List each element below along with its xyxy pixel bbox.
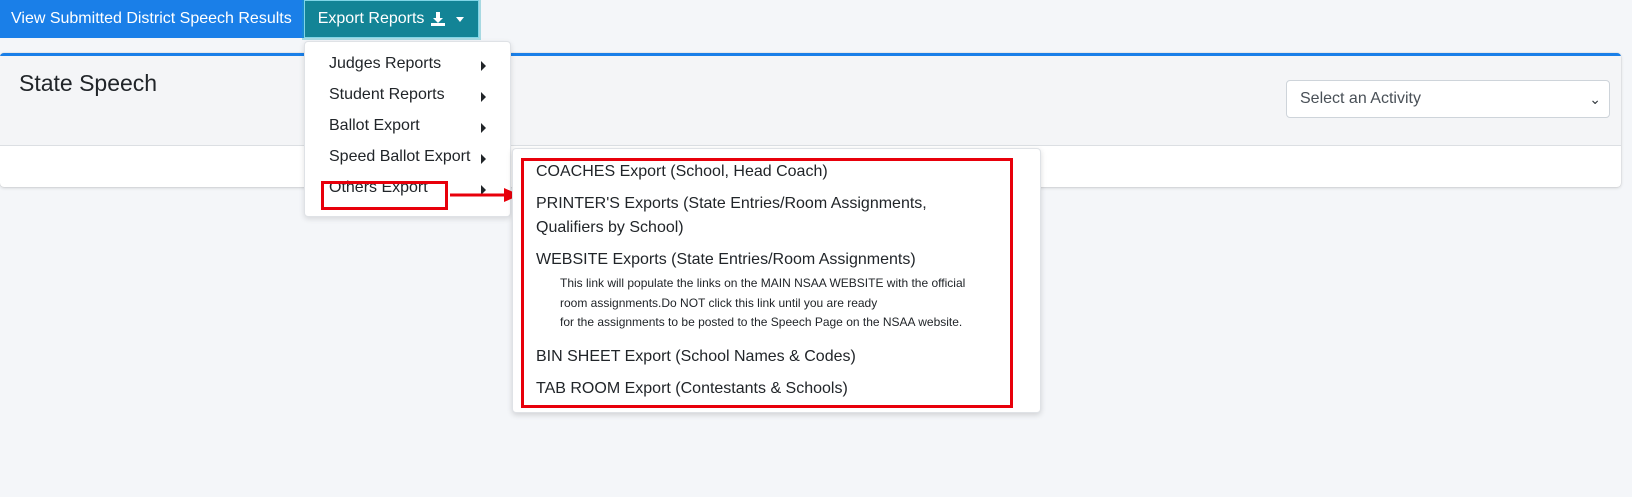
caret-right-icon <box>481 154 486 164</box>
caret-right-icon <box>481 123 486 133</box>
export-reports-dropdown-button[interactable]: Export Reports <box>303 0 480 38</box>
caret-right-icon <box>481 92 486 102</box>
others-submenu-highlight <box>521 158 1013 408</box>
activity-select[interactable]: Select an Activity ⌄ <box>1286 80 1610 118</box>
activity-select-value: Select an Activity <box>1300 90 1421 107</box>
menu-item-speed-ballot-export[interactable]: Speed Ballot Export <box>329 148 470 166</box>
menu-item-student-reports[interactable]: Student Reports <box>329 86 445 104</box>
export-reports-label: Export Reports <box>317 10 425 27</box>
view-submitted-results-button[interactable]: View Submitted District Speech Results <box>0 0 304 38</box>
menu-item-ballot-export[interactable]: Ballot Export <box>329 117 420 135</box>
card-header: State Speech Select an Activity ⌄ <box>0 56 1621 146</box>
page-title: State Speech <box>19 70 158 96</box>
chevron-down-icon: ⌄ <box>1589 91 1601 107</box>
caret-down-icon <box>456 16 465 22</box>
caret-right-icon <box>481 61 486 71</box>
download-icon <box>431 12 446 26</box>
top-toolbar: View Submitted District Speech Results E… <box>0 0 480 38</box>
others-export-highlight <box>321 181 448 210</box>
menu-item-judges-reports[interactable]: Judges Reports <box>329 55 441 73</box>
